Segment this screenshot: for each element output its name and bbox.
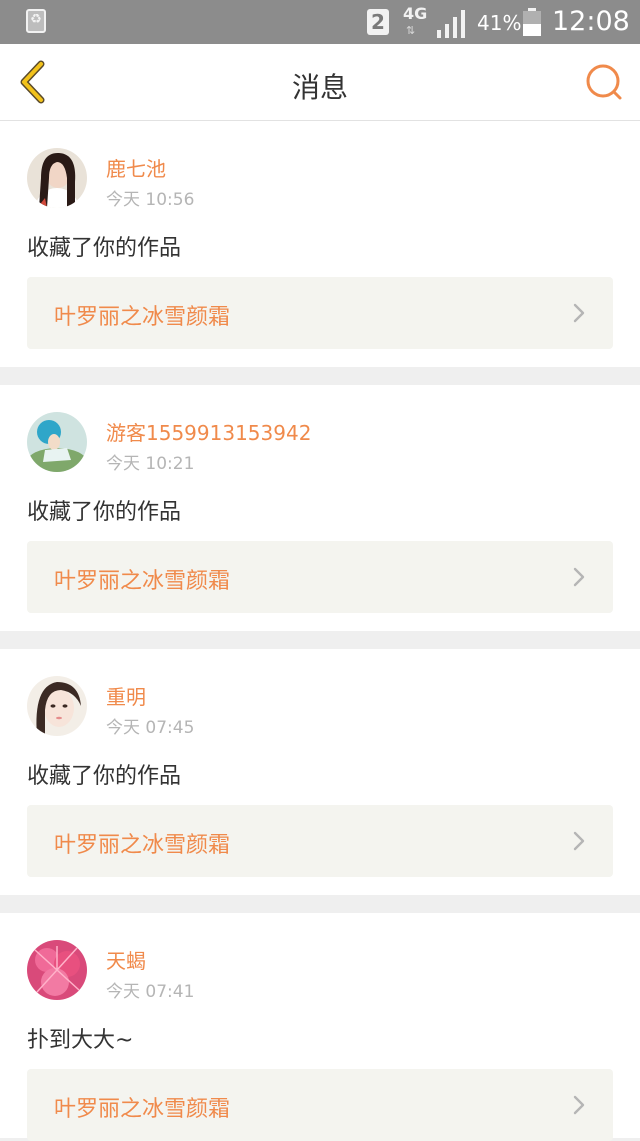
message-text: 扑到大大~ bbox=[27, 1028, 134, 1053]
sender-name[interactable]: 天蝎 bbox=[106, 945, 146, 974]
battery-icon bbox=[523, 8, 541, 36]
network-type: 4G bbox=[403, 4, 428, 23]
work-title: 叶罗丽之冰雪颜霜 bbox=[54, 305, 231, 330]
status-clock: 12:08 bbox=[552, 6, 630, 37]
chevron-right-icon bbox=[573, 1095, 585, 1115]
avatar[interactable] bbox=[27, 940, 87, 1000]
message-card: 游客1559913153942 今天 10:21 收藏了你的作品 叶罗丽之冰雪颜… bbox=[0, 385, 640, 631]
message-text: 收藏了你的作品 bbox=[27, 764, 182, 789]
work-title: 叶罗丽之冰雪颜霜 bbox=[54, 1097, 231, 1122]
message-text: 收藏了你的作品 bbox=[27, 236, 182, 261]
chevron-right-icon bbox=[573, 831, 585, 851]
chevron-right-icon bbox=[573, 567, 585, 587]
avatar[interactable] bbox=[27, 148, 87, 208]
message-text: 收藏了你的作品 bbox=[27, 500, 182, 525]
signal-icon bbox=[437, 10, 465, 38]
work-link[interactable]: 叶罗丽之冰雪颜霜 bbox=[27, 1069, 613, 1141]
work-link[interactable]: 叶罗丽之冰雪颜霜 bbox=[27, 541, 613, 613]
sender-name[interactable]: 鹿七池 bbox=[106, 153, 166, 182]
message-card: 重明 今天 07:45 收藏了你的作品 叶罗丽之冰雪颜霜 bbox=[0, 649, 640, 895]
chevron-right-icon bbox=[573, 303, 585, 323]
message-time: 今天 07:45 bbox=[106, 718, 195, 738]
message-time: 今天 07:41 bbox=[106, 982, 195, 1002]
battery-percent: 41% bbox=[477, 11, 522, 35]
data-arrows-icon: ⇅ bbox=[406, 24, 416, 37]
search-icon[interactable] bbox=[584, 62, 624, 102]
avatar[interactable] bbox=[27, 412, 87, 472]
status-bar: ♻ 2 4G ⇅ 41% 12:08 bbox=[0, 0, 640, 44]
avatar[interactable] bbox=[27, 676, 87, 736]
work-title: 叶罗丽之冰雪颜霜 bbox=[54, 569, 231, 594]
message-time: 今天 10:21 bbox=[106, 454, 195, 474]
page-title: 消息 bbox=[291, 71, 348, 104]
work-link[interactable]: 叶罗丽之冰雪颜霜 bbox=[27, 805, 613, 877]
message-time: 今天 10:56 bbox=[106, 190, 195, 210]
work-title: 叶罗丽之冰雪颜霜 bbox=[54, 833, 231, 858]
sender-name[interactable]: 游客1559913153942 bbox=[106, 417, 311, 446]
sender-name[interactable]: 重明 bbox=[106, 681, 146, 710]
message-card: 鹿七池 今天 10:56 收藏了你的作品 叶罗丽之冰雪颜霜 bbox=[0, 121, 640, 367]
message-card: 天蝎 今天 07:41 扑到大大~ 叶罗丽之冰雪颜霜 bbox=[0, 913, 640, 1141]
recycle-icon: ♻ bbox=[26, 9, 46, 33]
work-link[interactable]: 叶罗丽之冰雪颜霜 bbox=[27, 277, 613, 349]
sim-slot-badge: 2 bbox=[367, 9, 389, 35]
app-header: 消息 bbox=[0, 44, 640, 121]
